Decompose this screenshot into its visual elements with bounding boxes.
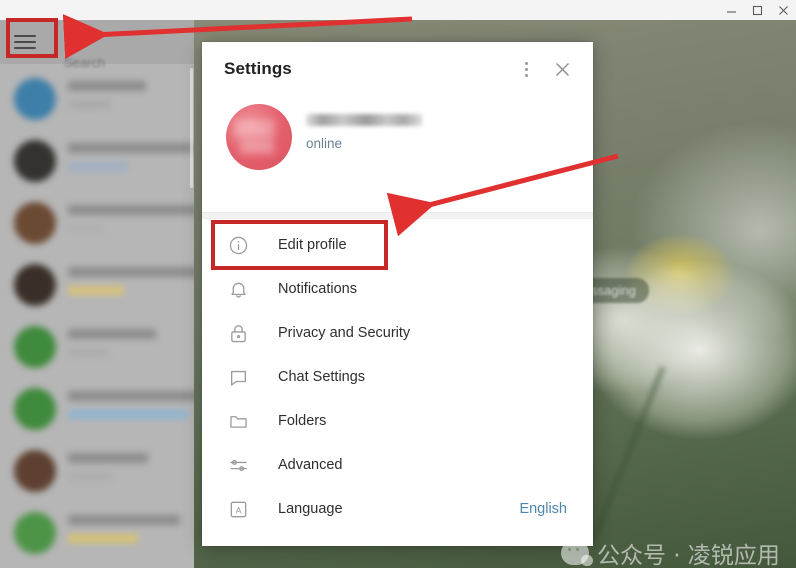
menu-item-advanced[interactable]: Advanced bbox=[202, 443, 593, 487]
chat-list-item[interactable] bbox=[0, 502, 194, 564]
folder-icon bbox=[226, 409, 250, 433]
hamburger-menu-icon[interactable] bbox=[14, 32, 36, 52]
menu-item-value[interactable]: English bbox=[519, 501, 567, 517]
chat-preview-redacted bbox=[68, 410, 188, 419]
maximize-icon[interactable] bbox=[744, 0, 770, 20]
more-dot-3 bbox=[524, 73, 528, 77]
lock-icon bbox=[226, 321, 250, 345]
chat-list-item[interactable] bbox=[0, 254, 194, 316]
chat-preview-redacted bbox=[68, 162, 128, 171]
close-icon[interactable] bbox=[549, 56, 575, 82]
chat-name-redacted bbox=[68, 453, 148, 463]
menu-item-notifications[interactable]: Notifications bbox=[202, 267, 593, 311]
menu-item-edit-profile[interactable]: Edit profile bbox=[202, 223, 593, 267]
chat-list-item[interactable] bbox=[0, 316, 194, 378]
chat-name-redacted bbox=[68, 143, 194, 153]
bell-icon bbox=[226, 277, 250, 301]
chat-avatar bbox=[14, 202, 56, 244]
window-titlebar bbox=[0, 0, 796, 20]
more-dot-2 bbox=[524, 67, 528, 71]
chat-name-redacted bbox=[68, 205, 194, 215]
chat-name-redacted bbox=[68, 267, 194, 277]
chat-preview-redacted bbox=[68, 348, 108, 357]
menu-item-label: Privacy and Security bbox=[278, 325, 411, 341]
chat-list-item[interactable] bbox=[0, 440, 194, 502]
chat-list-sidebar[interactable]: Search bbox=[0, 20, 194, 568]
chat-list-item[interactable] bbox=[0, 378, 194, 440]
more-options-icon[interactable] bbox=[514, 57, 538, 81]
menu-item-label: Edit profile bbox=[278, 237, 347, 253]
wallpaper-stem bbox=[589, 365, 666, 545]
chat-avatar bbox=[14, 264, 56, 306]
chat-preview-redacted bbox=[68, 224, 104, 233]
profile-section[interactable]: online bbox=[202, 96, 593, 212]
menu-item-language[interactable]: A Language English bbox=[202, 487, 593, 531]
chat-name-redacted bbox=[68, 329, 156, 339]
settings-dialog: Settings online Edit profile Notification… bbox=[202, 42, 593, 546]
section-divider bbox=[202, 212, 593, 219]
page-title: Settings bbox=[224, 59, 292, 78]
menu-item-privacy-security[interactable]: Privacy and Security bbox=[202, 311, 593, 355]
menu-item-label: Language bbox=[278, 501, 343, 517]
menu-item-chat-settings[interactable]: Chat Settings bbox=[202, 355, 593, 399]
minimize-icon[interactable] bbox=[718, 0, 744, 20]
sidebar-scrollbar[interactable] bbox=[190, 68, 193, 188]
chat-name-redacted bbox=[68, 81, 146, 91]
chat-preview-redacted bbox=[68, 286, 124, 295]
chat-avatar bbox=[14, 388, 56, 430]
avatar-blur-1 bbox=[234, 120, 274, 138]
hamburger-line-1 bbox=[14, 35, 36, 37]
info-icon bbox=[226, 233, 250, 257]
hamburger-line-3 bbox=[14, 47, 36, 49]
chat-preview-redacted bbox=[68, 472, 112, 481]
menu-item-label: Notifications bbox=[278, 281, 357, 297]
letter-a-icon: A bbox=[226, 497, 250, 521]
chat-name-redacted bbox=[68, 515, 180, 525]
chat-icon bbox=[226, 365, 250, 389]
more-dot-1 bbox=[524, 61, 528, 65]
menu-item-folders[interactable]: Folders bbox=[202, 399, 593, 443]
profile-name-redacted bbox=[306, 114, 422, 126]
avatar-blur-2 bbox=[240, 140, 274, 154]
sliders-icon bbox=[226, 453, 250, 477]
chat-list-item[interactable] bbox=[0, 192, 194, 254]
chat-list-item[interactable] bbox=[0, 130, 194, 192]
settings-menu-list[interactable]: Edit profile Notifications Privacy and Sec… bbox=[202, 219, 593, 531]
status-badge: online bbox=[306, 136, 343, 151]
chat-preview-redacted bbox=[68, 534, 138, 543]
chat-avatar bbox=[14, 450, 56, 492]
menu-item-label: Folders bbox=[278, 413, 327, 429]
hamburger-line-2 bbox=[14, 41, 36, 43]
chat-avatar bbox=[14, 78, 56, 120]
chat-preview-redacted bbox=[68, 100, 110, 109]
chat-list-item[interactable] bbox=[0, 68, 194, 130]
menu-item-label: Chat Settings bbox=[278, 369, 366, 385]
application-body: Messaging Search Settings online Edit pr… bbox=[0, 20, 796, 568]
close-window-icon[interactable] bbox=[770, 0, 796, 20]
menu-item-label: Advanced bbox=[278, 457, 343, 473]
chat-avatar bbox=[14, 512, 56, 554]
settings-dialog-header: Settings bbox=[202, 42, 593, 96]
chat-avatar bbox=[14, 326, 56, 368]
chat-name-redacted bbox=[68, 391, 194, 401]
chat-avatar bbox=[14, 140, 56, 182]
avatar[interactable] bbox=[226, 104, 292, 170]
svg-text:A: A bbox=[235, 505, 242, 515]
